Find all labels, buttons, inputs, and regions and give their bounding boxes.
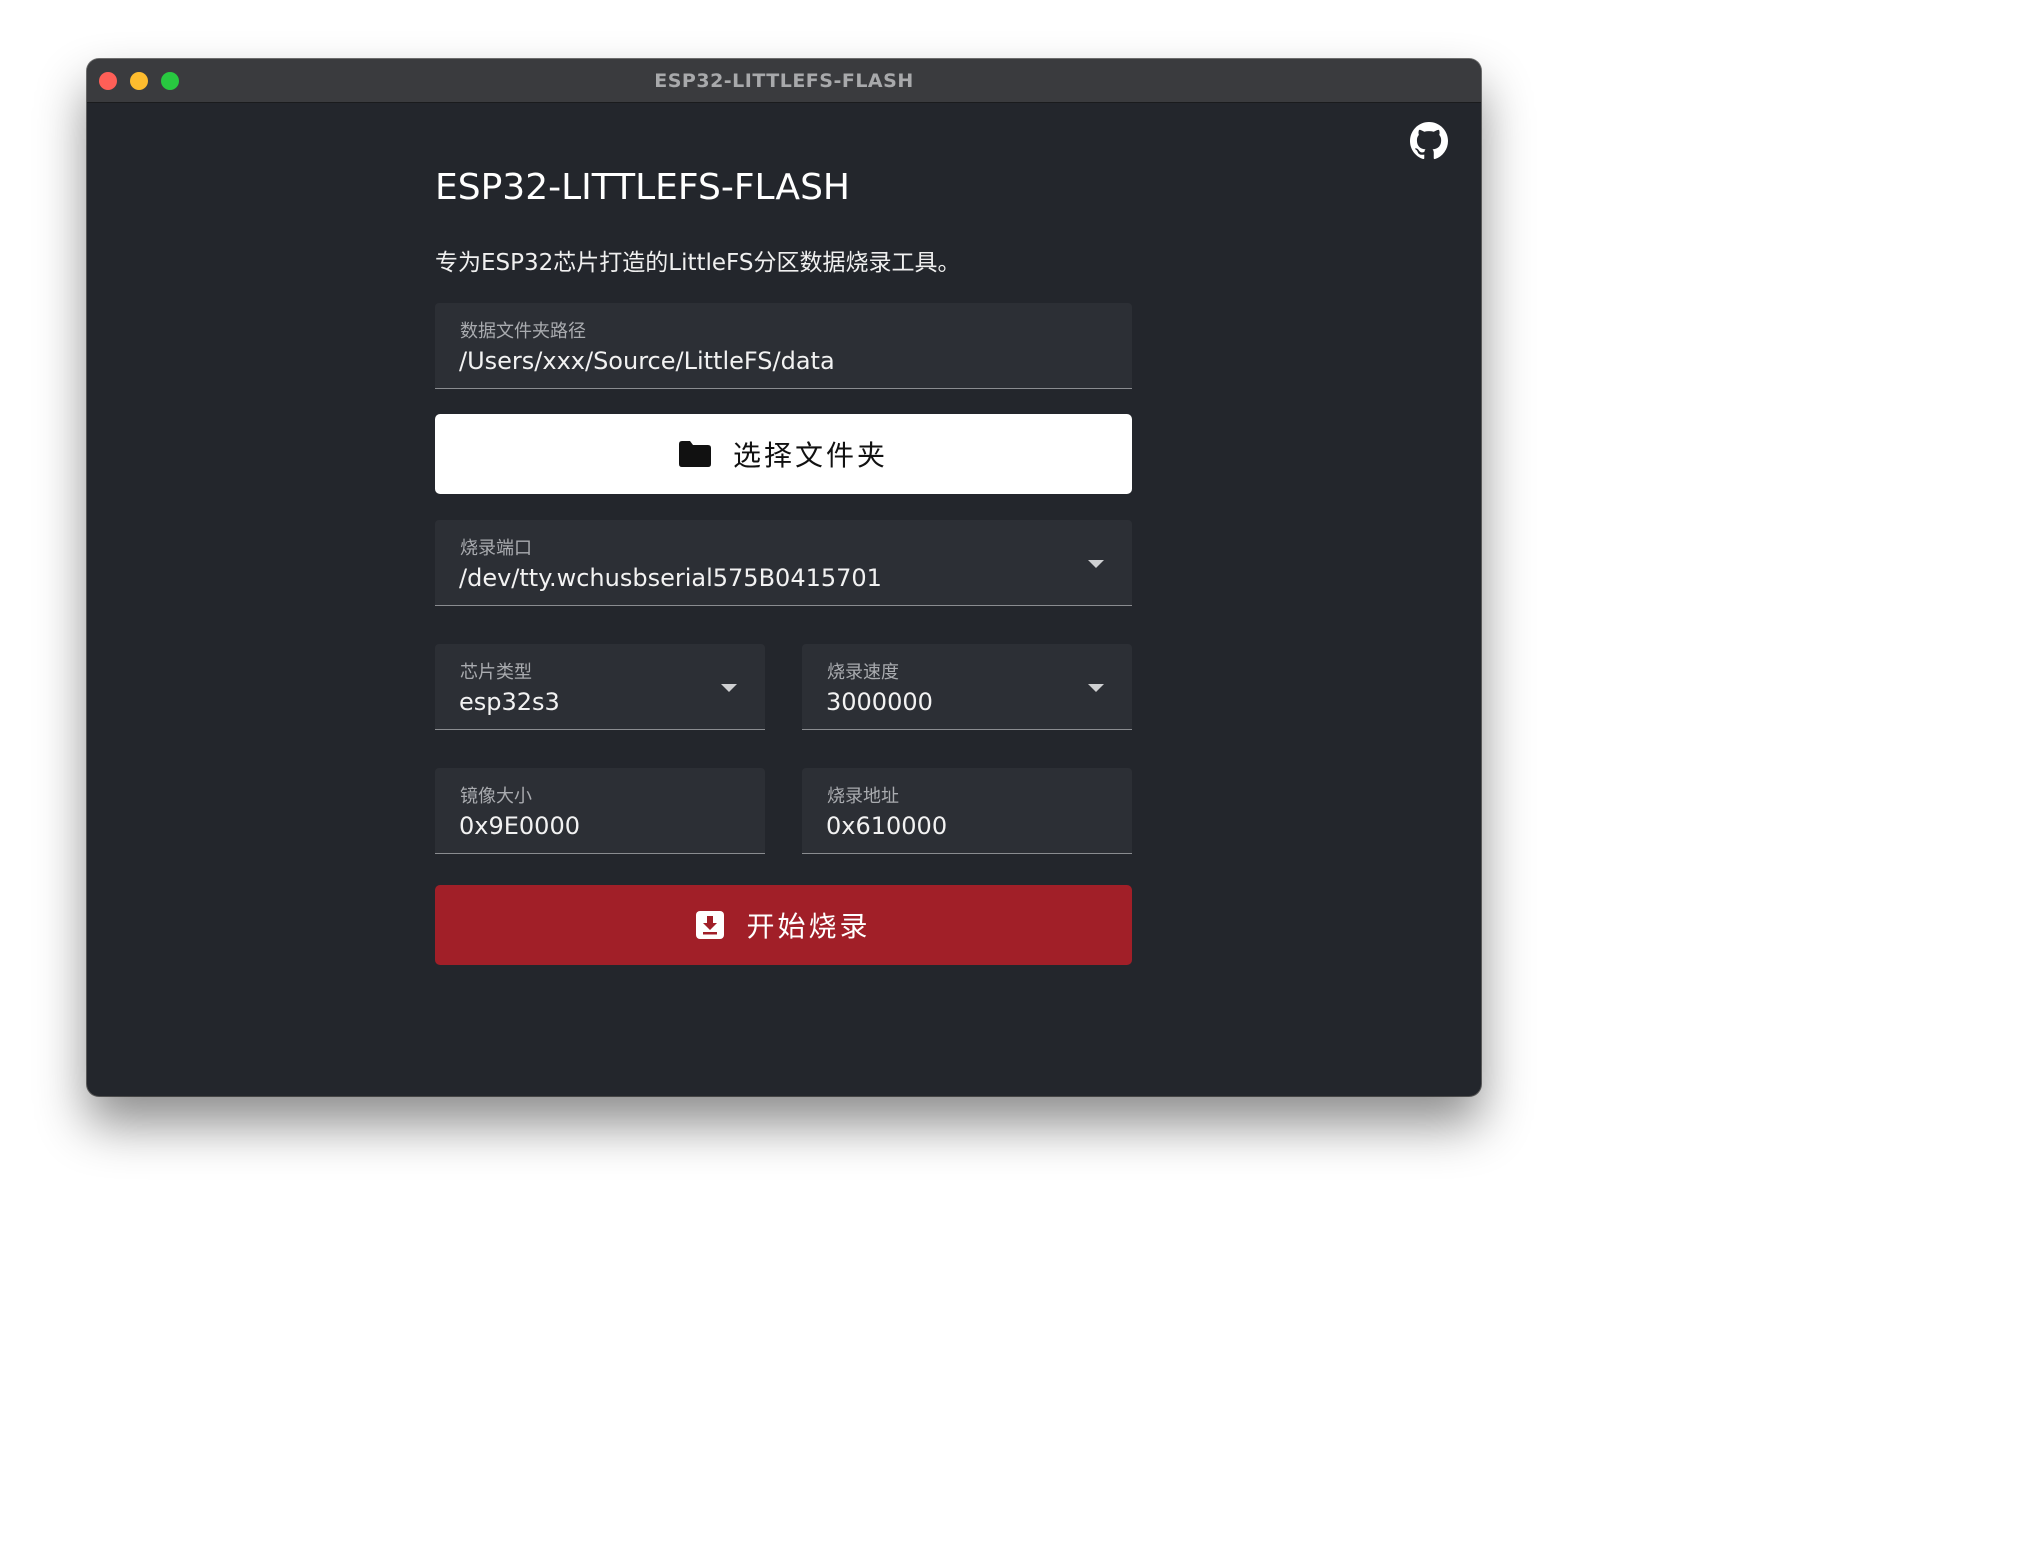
page-title: ESP32-LITTLEFS-FLASH	[435, 167, 850, 208]
title-bar: ESP32-LITTLEFS-FLASH	[87, 59, 1481, 103]
image-size-field[interactable]: 镜像大小 0x9E0000	[435, 768, 765, 854]
flash-address-label: 烧录地址	[827, 786, 899, 807]
chevron-down-icon[interactable]	[1088, 560, 1104, 568]
port-label: 烧录端口	[460, 538, 532, 559]
data-folder-value[interactable]: /Users/xxx/Source/LittleFS/data	[459, 347, 835, 375]
select-folder-label: 选择文件夹	[732, 439, 888, 472]
port-value: /dev/tty.wchusbserial575B0415701	[459, 564, 882, 592]
download-icon	[696, 911, 725, 939]
image-size-label: 镜像大小	[460, 786, 532, 807]
chevron-down-icon[interactable]	[721, 684, 737, 692]
app-window: ESP32-LITTLEFS-FLASH ESP32-LITTLEFS-FLAS…	[87, 59, 1481, 1096]
start-flash-button[interactable]: 开始烧录	[435, 885, 1132, 965]
github-icon[interactable]	[1410, 122, 1448, 160]
chip-type-value: esp32s3	[459, 688, 560, 716]
chip-type-select[interactable]: 芯片类型 esp32s3	[435, 644, 765, 730]
baud-rate-label: 烧录速度	[827, 662, 899, 683]
flash-address-value[interactable]: 0x610000	[826, 812, 947, 840]
port-select[interactable]: 烧录端口 /dev/tty.wchusbserial575B0415701	[435, 520, 1132, 606]
select-folder-button[interactable]: 选择文件夹	[435, 414, 1132, 494]
chip-type-label: 芯片类型	[460, 662, 532, 683]
image-size-value[interactable]: 0x9E0000	[459, 812, 580, 840]
baud-rate-select[interactable]: 烧录速度 3000000	[802, 644, 1132, 730]
baud-rate-value: 3000000	[826, 688, 933, 716]
page-subtitle: 专为ESP32芯片打造的LittleFS分区数据烧录工具。	[435, 250, 961, 276]
window-title: ESP32-LITTLEFS-FLASH	[654, 70, 914, 92]
data-folder-label: 数据文件夹路径	[460, 321, 586, 342]
data-folder-field[interactable]: 数据文件夹路径 /Users/xxx/Source/LittleFS/data	[435, 303, 1132, 389]
chevron-down-icon[interactable]	[1088, 684, 1104, 692]
start-flash-label: 开始烧录	[746, 910, 871, 943]
flash-address-field[interactable]: 烧录地址 0x610000	[802, 768, 1132, 854]
folder-icon	[678, 441, 711, 467]
